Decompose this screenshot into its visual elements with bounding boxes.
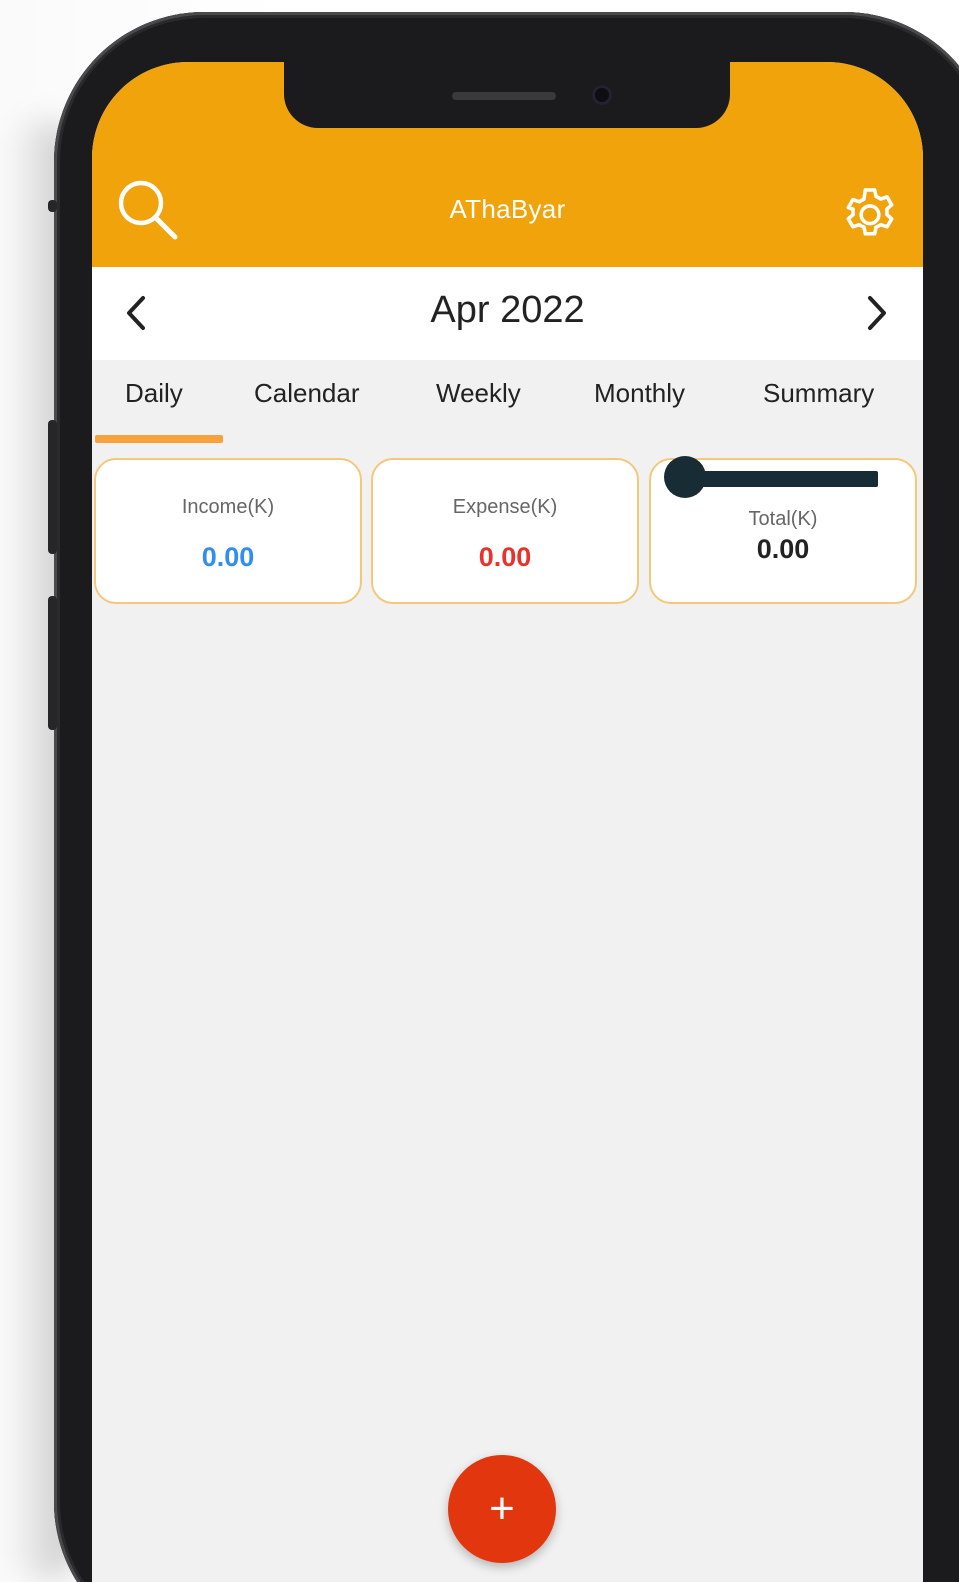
tab-weekly[interactable]: Weekly	[436, 378, 521, 409]
phone-side-switch	[48, 200, 57, 212]
expense-value: 0.00	[478, 542, 532, 572]
app-title: AThaByar	[449, 194, 566, 224]
income-summary-card: Income(K) 0.00	[94, 458, 362, 604]
plus-icon: +	[489, 1484, 515, 1533]
phone-volume-down-button	[48, 596, 57, 730]
speaker-grille	[452, 92, 556, 100]
page: AThaByar Apr 2022 Daily Calendar Weekly …	[0, 0, 959, 1582]
annotation-pointer-line	[678, 471, 878, 487]
front-camera	[592, 85, 612, 105]
next-month-button[interactable]	[849, 285, 905, 341]
gear-icon	[846, 188, 894, 236]
income-label: Income(K)	[181, 496, 275, 518]
tab-summary[interactable]: Summary	[763, 378, 874, 409]
total-label: Total(K)	[748, 508, 818, 530]
income-value: 0.00	[201, 542, 255, 572]
app-bar: AThaByar	[92, 62, 923, 267]
expense-label: Expense(K)	[452, 496, 558, 518]
active-tab-indicator	[95, 435, 223, 443]
tab-calendar[interactable]: Calendar	[254, 378, 360, 409]
view-tabs: Daily Calendar Weekly Monthly Summary	[92, 360, 923, 450]
tab-daily[interactable]: Daily	[125, 378, 183, 409]
add-transaction-button[interactable]: +	[448, 1455, 556, 1563]
current-month-label: Apr 2022	[430, 289, 585, 331]
phone-notch	[284, 62, 730, 128]
tab-monthly[interactable]: Monthly	[594, 378, 685, 409]
annotation-pointer-dot	[664, 456, 706, 498]
month-navigator: Apr 2022	[92, 267, 923, 360]
chevron-right-icon	[868, 296, 886, 330]
settings-button[interactable]	[834, 176, 906, 248]
phone-screen: AThaByar Apr 2022 Daily Calendar Weekly …	[92, 62, 923, 1582]
total-value: 0.00	[756, 534, 810, 564]
phone-volume-up-button	[48, 420, 57, 554]
expense-summary-card: Expense(K) 0.00	[371, 458, 639, 604]
